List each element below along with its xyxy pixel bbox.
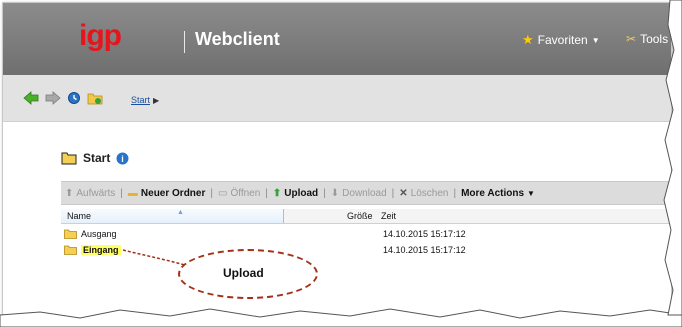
upload-callout-label: Upload xyxy=(223,266,264,280)
callout-connector xyxy=(122,249,186,266)
app-window: igp Webclient ★ Favoriten ▼ ✂ Tools Star… xyxy=(2,2,672,322)
